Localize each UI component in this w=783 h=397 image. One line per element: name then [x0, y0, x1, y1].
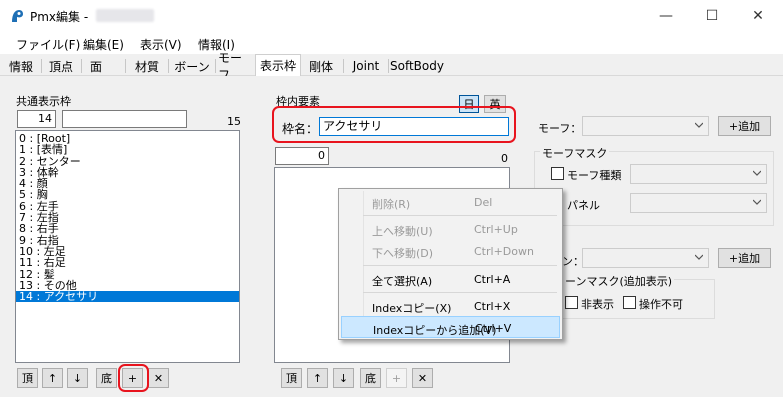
close-icon: ✕	[752, 8, 764, 24]
move-top-button[interactable]: 頂	[17, 368, 38, 388]
menu-item-label: 上へ移動(U)	[372, 225, 433, 238]
morph-select[interactable]	[582, 116, 709, 136]
common-frame-index-field[interactable]: 14	[17, 110, 56, 128]
common-frame-count: 15	[227, 115, 241, 128]
menu-item-add-from-index-copy[interactable]: Indexコピーから追加(V) Ctrl+V	[341, 316, 560, 338]
hidden-label: 非表示	[581, 298, 614, 311]
morph-mask-label: モーフマスク	[540, 145, 610, 161]
menu-item-move-up[interactable]: 上へ移動(U) Ctrl+Up	[341, 218, 560, 240]
common-frames-list[interactable]: 0 : [Root] 1 : [表情] 2 : センター 3 : 体幹 4 : 顔5 :…	[15, 130, 240, 363]
list-item[interactable]: 14 : アクセサリ	[16, 291, 239, 302]
locked-checkbox[interactable]	[623, 296, 636, 309]
menu-item-label: Indexコピー(X)	[372, 302, 452, 315]
chevron-down-icon	[695, 254, 703, 260]
menu-view[interactable]: 表示(V)	[140, 36, 182, 53]
app-icon	[12, 10, 23, 22]
element-delete-button[interactable]: ✕	[412, 368, 433, 388]
tab-divider	[168, 59, 169, 73]
menu-item-move-down[interactable]: 下へ移動(D) Ctrl+Down	[341, 240, 560, 262]
menu-item-label: 削除(R)	[372, 198, 411, 211]
minimize-icon: —	[659, 8, 673, 24]
morph-label: モーフ：	[538, 122, 582, 135]
tab-material[interactable]: 材質	[130, 57, 164, 75]
morph-type-label: モーフ種類	[567, 169, 622, 182]
list-item[interactable]: 8 : 右手	[16, 223, 239, 235]
close-button[interactable]: ✕	[735, 0, 781, 32]
add-morph-button[interactable]: +追加	[718, 116, 771, 136]
common-frames-label: 共通表示枠	[16, 95, 71, 108]
move-bottom-button[interactable]: 底	[96, 368, 117, 388]
menu-item-label: 全て選択(A)	[372, 275, 433, 288]
tab-face[interactable]: 面	[85, 57, 107, 75]
menu-separator	[363, 292, 557, 293]
tab-info[interactable]: 情報	[6, 57, 36, 75]
tab-divider	[388, 59, 389, 73]
minimize-button[interactable]: —	[643, 0, 689, 32]
frame-element-count: 0	[501, 152, 508, 165]
menu-item-shortcut: Del	[474, 196, 493, 209]
menu-separator	[363, 265, 557, 266]
tab-divider	[215, 59, 216, 73]
move-up-button[interactable]: ↑	[42, 368, 63, 388]
menu-item-delete[interactable]: 削除(R) Del	[341, 191, 560, 213]
tab-softbody[interactable]: SoftBody	[390, 57, 444, 75]
tab-joint[interactable]: Joint	[347, 57, 385, 75]
context-menu: 削除(R) Del 上へ移動(U) Ctrl+Up 下へ移動(D) Ctrl+D…	[338, 188, 563, 340]
tab-divider	[81, 59, 82, 73]
panel-select[interactable]	[630, 193, 767, 213]
chevron-down-icon	[695, 122, 703, 128]
tab-vertex[interactable]: 頂点	[46, 57, 76, 75]
tab-divider	[125, 59, 126, 73]
tab-divider	[343, 59, 344, 73]
title-redacted	[96, 9, 154, 22]
tab-rigidbody[interactable]: 剛体	[304, 57, 338, 75]
element-add-button[interactable]: +	[386, 368, 407, 388]
bone-select[interactable]	[582, 248, 709, 268]
menu-item-shortcut: Ctrl+Up	[474, 223, 518, 236]
chevron-down-icon	[753, 170, 761, 176]
list-item[interactable]: 11 : 右足	[16, 257, 239, 269]
menu-item-shortcut: Ctrl+X	[474, 300, 511, 313]
maximize-button[interactable]: ☐	[689, 0, 735, 32]
frame-name-highlight	[272, 106, 516, 143]
list-item[interactable]: 1 : [表情]	[16, 144, 239, 156]
panel-label: パネル	[567, 199, 600, 212]
menu-edit[interactable]: 編集(E)	[83, 36, 124, 53]
menu-item-shortcut: Ctrl+A	[474, 273, 511, 286]
menu-item-label: 下へ移動(D)	[372, 247, 434, 260]
bone-label: ン：	[562, 255, 584, 268]
frame-element-index-field[interactable]: 0	[275, 147, 329, 165]
menu-file[interactable]: ファイル(F)	[16, 36, 80, 53]
menu-item-shortcut: Ctrl+V	[475, 322, 512, 335]
title-bar: Pmx編集 - — ☐ ✕	[0, 0, 783, 32]
morph-type-checkbox[interactable]	[551, 167, 564, 180]
locked-label: 操作不可	[639, 298, 683, 311]
add-bone-button[interactable]: +追加	[718, 248, 771, 268]
element-move-down-button[interactable]: ↓	[333, 368, 354, 388]
element-move-bottom-button[interactable]: 底	[360, 368, 381, 388]
element-move-top-button[interactable]: 頂	[281, 368, 302, 388]
menu-item-index-copy[interactable]: Indexコピー(X) Ctrl+X	[341, 295, 560, 317]
morph-type-select[interactable]	[630, 164, 767, 184]
delete-frame-button[interactable]: ✕	[148, 368, 169, 388]
window-title: Pmx編集 -	[30, 10, 89, 24]
add-button-highlight	[118, 364, 149, 392]
list-item[interactable]: 3 : 体幹	[16, 167, 239, 179]
move-down-button[interactable]: ↓	[67, 368, 88, 388]
tab-morph[interactable]: モーフ	[218, 51, 252, 82]
common-frame-name-field[interactable]	[62, 110, 187, 128]
bone-mask-label: ーンマスク(追加表示)	[563, 273, 675, 289]
menu-separator	[363, 215, 557, 216]
maximize-icon: ☐	[705, 8, 719, 24]
element-move-up-button[interactable]: ↑	[307, 368, 328, 388]
list-item[interactable]: 4 : 顔	[16, 178, 239, 190]
menu-item-shortcut: Ctrl+Down	[474, 245, 534, 258]
menu-item-select-all[interactable]: 全て選択(A) Ctrl+A	[341, 268, 560, 290]
tab-bone[interactable]: ボーン	[172, 57, 212, 75]
tab-divider	[41, 59, 42, 73]
chevron-down-icon	[753, 199, 761, 205]
hidden-checkbox[interactable]	[565, 296, 578, 309]
morph-mask-group	[534, 151, 774, 226]
tab-display-frame[interactable]: 表示枠	[255, 54, 301, 76]
